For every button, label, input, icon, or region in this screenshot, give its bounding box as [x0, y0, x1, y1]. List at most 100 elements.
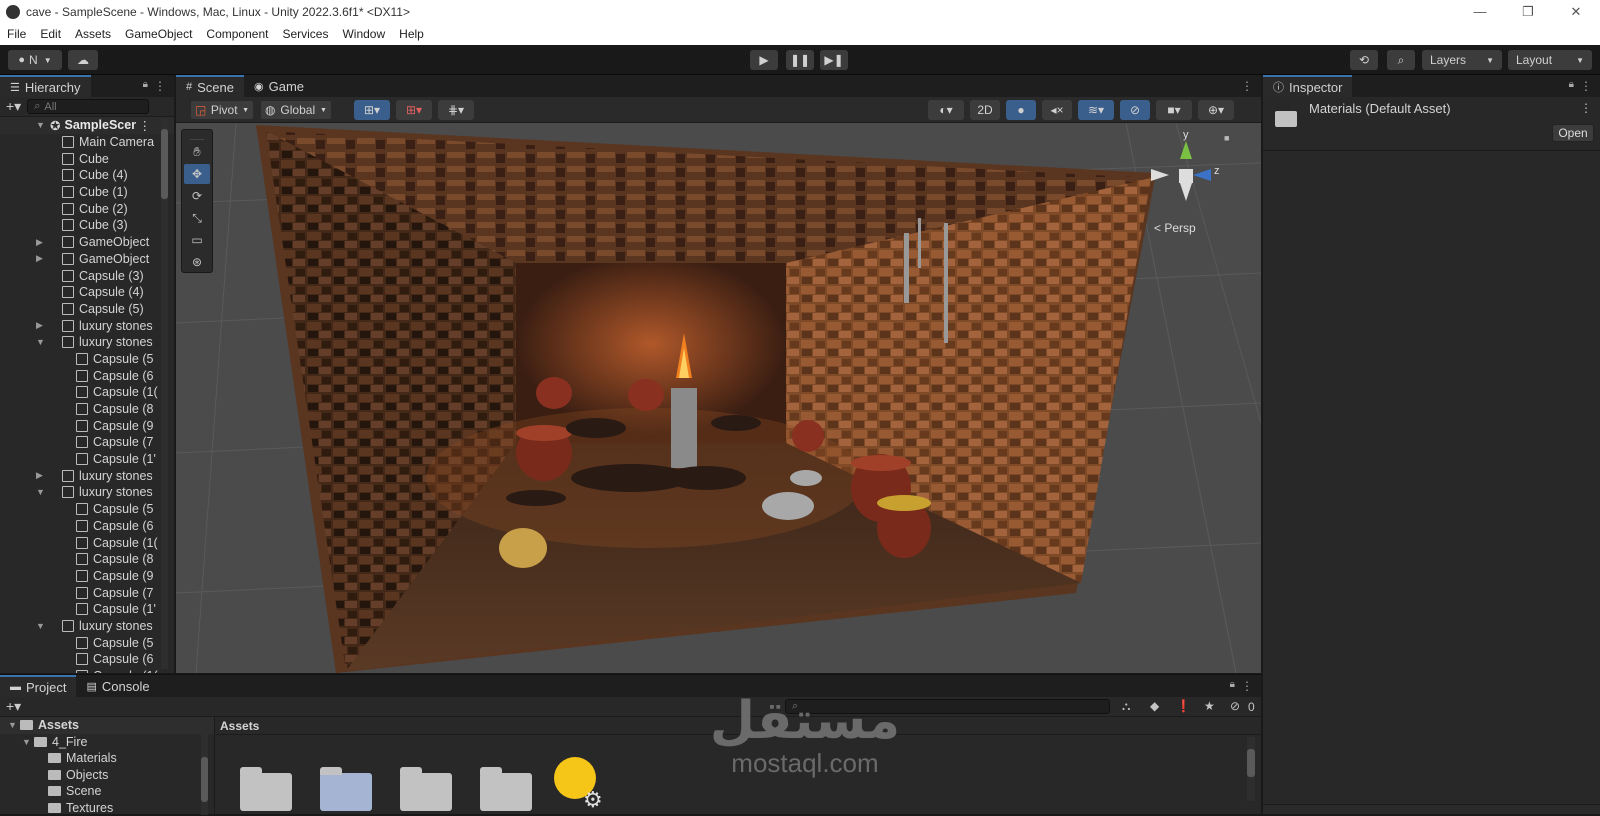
chevron-right-icon[interactable]: ▶: [36, 253, 43, 264]
move-tool-icon[interactable]: ✥: [184, 164, 210, 184]
menu-component[interactable]: Component: [199, 27, 275, 41]
hierarchy-item[interactable]: Capsule (8: [0, 551, 174, 568]
add-button[interactable]: +▾: [6, 98, 21, 115]
kebab-menu-icon[interactable]: ⋮: [1241, 679, 1253, 693]
hierarchy-item[interactable]: Cube (1): [0, 184, 174, 201]
chevron-right-icon[interactable]: ▶: [36, 470, 43, 481]
tab-game[interactable]: ◉ Game: [244, 75, 314, 97]
chevron-down-icon[interactable]: ▼: [36, 487, 45, 497]
chevron-right-icon[interactable]: ▶: [36, 237, 43, 248]
global-dropdown[interactable]: ◍ Global ▼: [260, 100, 332, 120]
orientation-gizmo[interactable]: y z: [1146, 133, 1226, 223]
pause-button[interactable]: ❚❚: [786, 50, 814, 70]
hierarchy-item[interactable]: Capsule (5): [0, 301, 174, 318]
hierarchy-item[interactable]: Capsule (8: [0, 401, 174, 418]
tab-hierarchy[interactable]: ☰ Hierarchy: [0, 75, 91, 97]
play-button[interactable]: ▶: [750, 50, 778, 70]
rect-tool-icon[interactable]: ▭: [184, 230, 210, 250]
warning-filter-icon[interactable]: ❗: [1176, 699, 1191, 713]
cloud-button[interactable]: ☁: [68, 50, 98, 70]
restore-icon[interactable]: ❐: [1504, 0, 1552, 23]
scene-root-row[interactable]: ▼ ✪ SampleScene ⋮: [0, 117, 174, 134]
grid-snap-button[interactable]: ⊞▾: [354, 100, 390, 120]
chevron-down-icon[interactable]: ▼: [22, 737, 34, 747]
layers-dropdown[interactable]: Layers ▼: [1422, 50, 1502, 70]
hierarchy-item[interactable]: ▶luxury stones: [0, 317, 174, 334]
effects-toggle-button[interactable]: ≋▾: [1078, 100, 1114, 120]
increment-snap-button[interactable]: ⊞▾: [396, 100, 432, 120]
search-button[interactable]: ⌕: [1387, 50, 1415, 70]
hierarchy-item[interactable]: Capsule (9: [0, 417, 174, 434]
search-by-label-icon[interactable]: ◆: [1150, 699, 1159, 713]
hierarchy-item[interactable]: Capsule (1(: [0, 534, 174, 551]
hidden-packages-icon[interactable]: ⊘: [1230, 699, 1240, 713]
add-button[interactable]: +▾: [6, 698, 21, 715]
breadcrumb-assets[interactable]: Assets: [220, 719, 259, 733]
hidden-objects-toggle-button[interactable]: ⊘: [1120, 100, 1150, 120]
chevron-right-icon[interactable]: ▶: [36, 320, 43, 331]
project-tree-item[interactable]: ▼Assets: [0, 717, 214, 734]
kebab-menu-icon[interactable]: ⋮: [1580, 79, 1592, 93]
kebab-menu-icon[interactable]: ⋮: [1580, 101, 1592, 115]
menu-gameobject[interactable]: GameObject: [118, 27, 199, 41]
hierarchy-item[interactable]: Capsule (1': [0, 601, 174, 618]
hierarchy-item[interactable]: Capsule (1(: [0, 384, 174, 401]
folder-item[interactable]: [240, 773, 292, 811]
hierarchy-item[interactable]: Main Camera: [0, 134, 174, 151]
kebab-menu-icon[interactable]: ⋮: [1241, 79, 1253, 93]
close-icon[interactable]: ✕: [1552, 0, 1600, 23]
perspective-toggle[interactable]: < Persp: [1154, 221, 1196, 235]
chevron-down-icon[interactable]: ▼: [36, 621, 45, 631]
folder-item[interactable]: [320, 773, 372, 811]
hierarchy-item[interactable]: ▶GameObject: [0, 234, 174, 251]
grid-visibility-button[interactable]: ⋕▾: [438, 100, 474, 120]
hierarchy-item[interactable]: Capsule (6: [0, 367, 174, 384]
hierarchy-item[interactable]: Capsule (1': [0, 451, 174, 468]
lock-icon[interactable]: 🔒︎: [1569, 79, 1574, 90]
scene-viewport[interactable]: ✋︎ ✥ ⟳ ⤡ ▭ ⊛ y z ■ < Persp: [176, 123, 1261, 673]
account-dropdown[interactable]: ● N ▼: [8, 50, 62, 70]
lighting-toggle-button[interactable]: ●: [1006, 100, 1036, 120]
2d-toggle-button[interactable]: 2D: [970, 100, 1000, 120]
hierarchy-item[interactable]: Capsule (5: [0, 501, 174, 518]
hierarchy-item[interactable]: Capsule (6: [0, 651, 174, 668]
hierarchy-item[interactable]: Capsule (5: [0, 351, 174, 368]
step-button[interactable]: ▶❚: [820, 50, 848, 70]
hierarchy-item[interactable]: ▼luxury stones: [0, 334, 174, 351]
hierarchy-item[interactable]: Capsule (7: [0, 584, 174, 601]
chevron-down-icon[interactable]: ▼: [8, 720, 20, 730]
project-tree-item[interactable]: Scene: [0, 783, 214, 800]
gizmos-button[interactable]: ⊕▾: [1198, 100, 1234, 120]
project-tree-item[interactable]: ▼4_Fire: [0, 734, 214, 751]
hierarchy-item[interactable]: Cube (2): [0, 200, 174, 217]
hierarchy-item[interactable]: Capsule (5: [0, 634, 174, 651]
asset-scrollbar[interactable]: [1247, 737, 1255, 801]
lock-icon[interactable]: 🔒︎: [143, 79, 148, 90]
scale-tool-icon[interactable]: ⤡: [184, 208, 210, 228]
shading-mode-button[interactable]: ◐▾: [928, 100, 964, 120]
camera-settings-button[interactable]: ■▾: [1156, 100, 1192, 120]
project-tree-item[interactable]: Materials: [0, 750, 214, 767]
hand-tool-icon[interactable]: ✋︎: [184, 142, 210, 162]
hierarchy-item[interactable]: ▶luxury stones: [0, 467, 174, 484]
hierarchy-item[interactable]: Capsule (3): [0, 267, 174, 284]
menu-file[interactable]: File: [0, 27, 33, 41]
undo-history-button[interactable]: ⟲: [1350, 50, 1378, 70]
tab-project[interactable]: ▬ Project: [0, 675, 76, 697]
hierarchy-item[interactable]: Capsule (1(: [0, 668, 174, 673]
hierarchy-search-input[interactable]: ⌕ All: [27, 99, 149, 114]
transform-tool-icon[interactable]: ⊛: [184, 252, 210, 272]
hierarchy-item[interactable]: Cube (4): [0, 167, 174, 184]
lock-icon[interactable]: ■: [1224, 133, 1229, 143]
layout-dropdown[interactable]: Layout ▼: [1508, 50, 1592, 70]
menu-assets[interactable]: Assets: [68, 27, 118, 41]
menu-window[interactable]: Window: [335, 27, 392, 41]
open-button[interactable]: Open: [1552, 124, 1594, 142]
tab-inspector[interactable]: ⓘ Inspector: [1263, 75, 1352, 97]
hierarchy-item[interactable]: ▶GameObject: [0, 251, 174, 268]
chevron-down-icon[interactable]: ▼: [36, 337, 45, 347]
hierarchy-scrollbar[interactable]: [161, 119, 168, 669]
audio-toggle-button[interactable]: ◂×: [1042, 100, 1072, 120]
hierarchy-item[interactable]: ▼luxury stones: [0, 484, 174, 501]
tree-scrollbar[interactable]: [201, 717, 208, 815]
